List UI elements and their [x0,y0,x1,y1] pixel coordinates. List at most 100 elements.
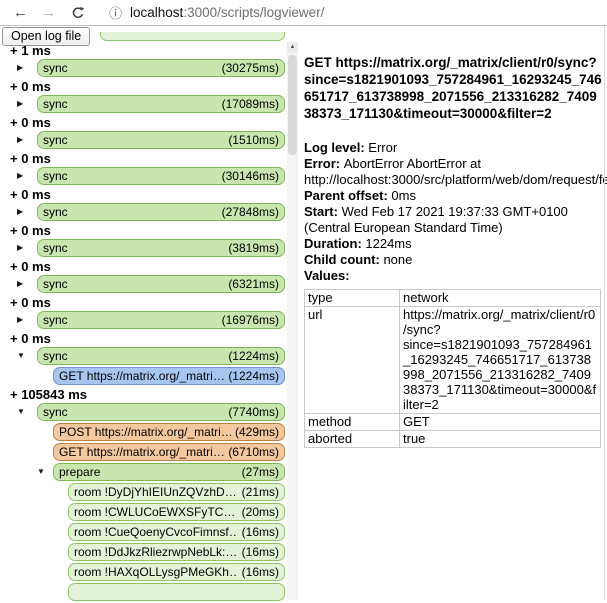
log-item-row: room !CueQoenyCvcoFimnsf…(16ms) [0,523,287,541]
tree-scrollbar[interactable]: ▲ [287,42,298,600]
expander-down-icon[interactable]: ▼ [37,467,45,477]
log-item-duration: (27848ms) [222,205,279,219]
log-item-duration: (16ms) [242,545,279,559]
time-offset-heading: + 0 ms [10,151,287,166]
log-item-duration: (30275ms) [222,61,279,75]
site-info-icon[interactable]: ⓘ [109,3,122,22]
detail-field-value: 1224ms [365,236,411,251]
reload-icon[interactable] [71,6,85,20]
log-item-row: ▼ sync (1224ms) [0,347,287,365]
detail-field: Parent offset: 0ms [304,188,604,204]
expander-down-icon[interactable]: ▼ [17,407,25,417]
log-item-label: prepare [59,465,100,479]
log-item[interactable]: sync(17089ms) [37,95,285,113]
log-item-label: sync [43,349,68,363]
expander-right-icon[interactable]: ▶ [17,99,23,109]
log-item[interactable]: room !CueQoenyCvcoFimnsf…(16ms) [68,523,285,541]
log-item-duration: (1224ms) [228,349,279,363]
log-item[interactable]: sync(16976ms) [37,311,285,329]
detail-field-label: Duration: [304,236,365,251]
log-item-row: room !DyDjYhIEIUnZQVzhD…(21ms) [0,483,287,501]
log-item-row: ▶ sync (6321ms) [0,275,287,293]
back-icon[interactable]: ← [13,5,28,20]
log-item[interactable]: GET https://matrix.org/_matri…(6710ms) [53,443,285,461]
log-tree: + 1 ms▶sync(30275ms)+ 0 ms▶sync(17089ms)… [0,42,287,603]
detail-fields: Log level: ErrorError: AbortError AbortE… [304,140,607,268]
log-item[interactable]: prepare(27ms) [53,463,285,481]
log-item-row: ▶ sync(16976ms) [0,311,287,329]
log-item-row: room !CWLUCoEWXSFyTC…(20ms) [0,503,287,521]
log-item-label: room !HAXqOLLysgPMeGKh… [74,565,238,579]
page-right-divider [604,26,605,600]
detail-field: Start: Wed Feb 17 2021 19:37:33 GMT+0100… [304,204,604,236]
time-offset-heading: + 0 ms [10,295,287,310]
log-item-label: POST https://matrix.org/_matri… [59,425,231,439]
values-row: methodGET [305,414,601,431]
expander-right-icon[interactable]: ▶ [17,315,23,325]
log-item-row: ▶ sync(1510ms) [0,131,287,149]
values-table: typenetworkurlhttps://matrix.org/_matrix… [304,289,601,448]
log-item-duration: (6710ms) [228,445,279,459]
log-item[interactable]: sync(30146ms) [37,167,285,185]
scroll-up-arrow-icon[interactable]: ▲ [287,42,298,53]
log-item-label: room !DyDjYhIEIUnZQVzhD… [74,485,237,499]
expander-right-icon[interactable]: ▶ [17,207,23,217]
log-item-row: ▶ sync(27848ms) [0,203,287,221]
log-item-duration: (429ms) [235,425,279,439]
forward-icon[interactable]: → [41,5,56,20]
log-item-duration: (30146ms) [222,169,279,183]
entry-title: GET https://matrix.org/_matrix/client/r0… [304,54,604,122]
expander-down-icon[interactable]: ▼ [17,351,25,361]
log-item[interactable]: room !DdJkzRliezrwpNebLk:… (16ms) [68,543,285,561]
log-item-label: GET https://matrix.org/_matri… [59,369,224,383]
time-offset-heading: + 0 ms [10,187,287,202]
page-content: Open log file + 1 ms▶sync(30275ms)+ 0 ms… [0,26,607,600]
log-item-row: ▶ sync(17089ms) [0,95,287,113]
values-row: typenetwork [305,290,601,307]
expander-right-icon[interactable]: ▶ [17,171,23,181]
scrollbar-thumb[interactable] [288,55,297,155]
log-item[interactable]: POST https://matrix.org/_matri… (429ms) [53,423,285,441]
value-value: true [400,431,601,448]
expander-right-icon[interactable]: ▶ [17,243,23,253]
expander-right-icon[interactable]: ▶ [17,63,23,73]
time-offset-heading: + 0 ms [10,223,287,238]
detail-field-label: Start: [304,204,342,219]
log-item[interactable]: room !CWLUCoEWXSFyTC…(20ms) [68,503,285,521]
log-item[interactable] [68,583,285,601]
log-item[interactable]: sync(7740ms) [37,403,285,421]
log-item[interactable]: sync(30275ms) [37,59,285,77]
url-input[interactable]: ⓘ localhost:3000/scripts/logviewer/ [109,3,324,22]
time-offset-heading: + 0 ms [10,259,287,274]
value-key: type [305,290,400,307]
detail-field-label: Parent offset: [304,188,391,203]
log-item-row: room !DdJkzRliezrwpNebLk:… (16ms) [0,543,287,561]
values-label: Values: [304,268,607,284]
log-item-row: GET https://matrix.org/_matri…(6710ms) [0,443,287,461]
log-item[interactable]: room !HAXqOLLysgPMeGKh…(16ms) [68,563,285,581]
expander-right-icon[interactable]: ▶ [17,135,23,145]
log-item-row: ▶ sync(30275ms) [0,59,287,77]
log-item-label: sync [43,133,68,147]
time-offset-heading: + 0 ms [10,79,287,94]
detail-field: Child count: none [304,252,604,268]
detail-field: Duration: 1224ms [304,236,604,252]
log-item[interactable]: GET https://matrix.org/_matri…(1224ms) [53,367,285,385]
detail-field-label: Error: [304,156,344,171]
browser-toolbar: ← → ⓘ localhost:3000/scripts/logviewer/ [0,0,607,26]
log-item-row: GET https://matrix.org/_matri…(1224ms) [0,367,287,385]
log-item[interactable]: sync(3819ms) [37,239,285,257]
log-item-row: ▶ sync(30146ms) [0,167,287,185]
log-item-duration: (7740ms) [228,405,279,419]
log-item[interactable]: sync(1510ms) [37,131,285,149]
log-item-label: room !DdJkzRliezrwpNebLk:… [74,545,237,559]
log-item-partial[interactable] [100,32,285,41]
log-item[interactable]: sync (6321ms) [37,275,285,293]
log-item[interactable]: room !DyDjYhIEIUnZQVzhD…(21ms) [68,483,285,501]
detail-field-value: 0ms [391,188,416,203]
log-item[interactable]: sync(27848ms) [37,203,285,221]
expander-right-icon[interactable]: ▶ [17,279,23,289]
log-item-duration: (6321ms) [228,277,279,291]
log-item[interactable]: sync (1224ms) [37,347,285,365]
log-item-label: sync [43,277,68,291]
